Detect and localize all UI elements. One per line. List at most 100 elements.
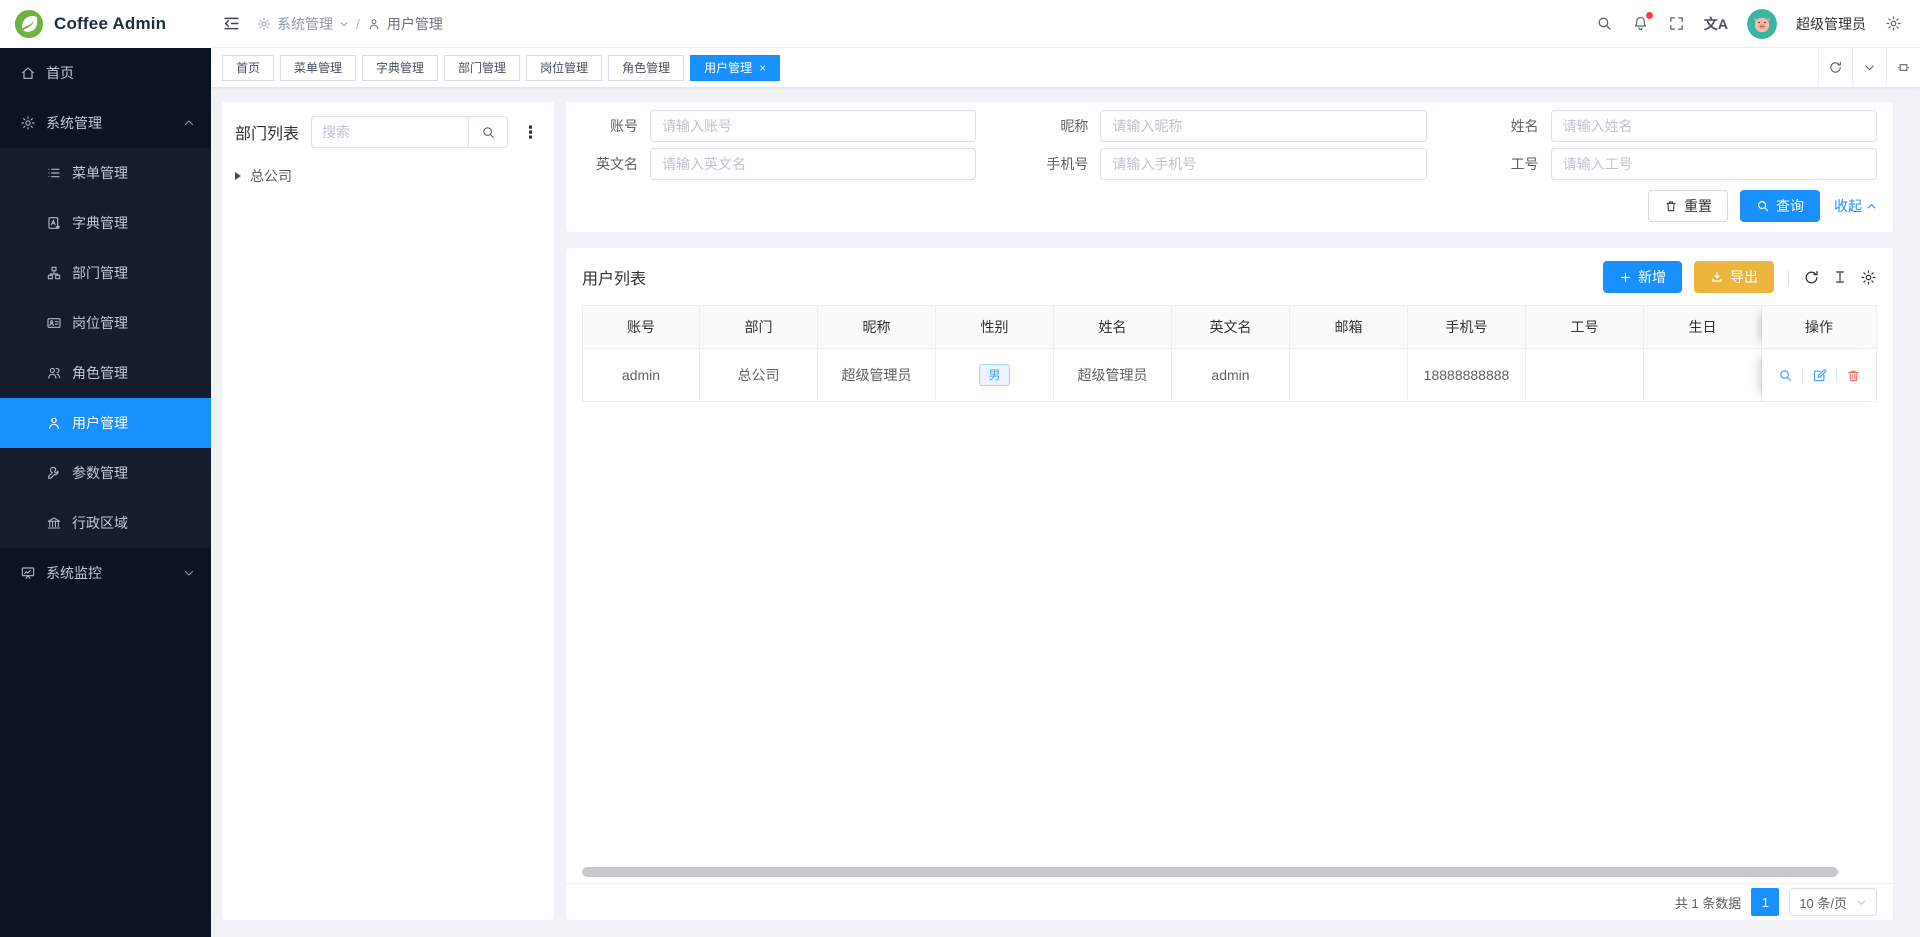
col-account: 账号 [582, 305, 700, 349]
tab-dict-management[interactable]: 字典管理 [362, 55, 438, 81]
avatar[interactable] [1747, 9, 1777, 39]
export-button[interactable]: 导出 [1694, 261, 1774, 293]
tab-close-icon[interactable]: × [759, 62, 766, 74]
tab-dropdown-chevron-icon[interactable] [1852, 48, 1886, 87]
reset-button[interactable]: 重置 [1648, 190, 1728, 222]
tab-home[interactable]: 首页 [222, 55, 274, 81]
tab-post-management[interactable]: 岗位管理 [526, 55, 602, 81]
en-name-input[interactable] [650, 148, 976, 180]
breadcrumb: 系统管理 / 用户管理 [257, 14, 443, 34]
sidebar-item-role-management[interactable]: 角色管理 [0, 348, 211, 398]
row-height-icon[interactable] [1832, 269, 1848, 285]
monitor-chart-icon [20, 565, 36, 581]
search-form-card: 账号 昵称 姓名 英文名 [566, 102, 1893, 232]
clear-icon [1664, 199, 1678, 213]
field-account: 账号 [582, 110, 976, 142]
sidebar-item-param-management[interactable]: 参数管理 [0, 448, 211, 498]
sidebar-item-label: 参数管理 [72, 463, 128, 483]
cell-en-name: admin [1172, 349, 1290, 402]
tab-label: 角色管理 [622, 59, 670, 76]
table-refresh-icon[interactable] [1803, 269, 1820, 286]
dept-search-input[interactable] [311, 116, 468, 148]
settings-gear-icon[interactable] [1885, 15, 1902, 32]
wrench-icon [46, 465, 62, 481]
sidebar-item-label: 首页 [46, 63, 74, 83]
op-divider [1836, 369, 1837, 382]
cell-name: 超级管理员 [1054, 349, 1172, 402]
tab-refresh-icon[interactable] [1818, 48, 1852, 87]
collapse-link[interactable]: 收起 [1834, 196, 1877, 216]
sidebar-item-dict-management[interactable]: 字典管理 [0, 198, 211, 248]
user-table-header: 用户列表 新增 [566, 248, 1893, 305]
more-options-icon[interactable]: ⋮ [520, 124, 541, 141]
tab-dept-management[interactable]: 部门管理 [444, 55, 520, 81]
top-header: 系统管理 / 用户管理 [211, 0, 1920, 48]
search-icon[interactable] [1596, 15, 1613, 32]
caret-right-icon[interactable] [235, 172, 241, 180]
op-divider [1802, 369, 1803, 382]
gear-icon [20, 115, 36, 131]
col-job-no: 工号 [1526, 305, 1644, 349]
name-input[interactable] [1551, 110, 1877, 142]
sidebar-item-system-management[interactable]: 系统管理 [0, 98, 211, 148]
sidebar-fold-icon[interactable] [222, 14, 241, 33]
sidebar-item-label: 角色管理 [72, 363, 128, 383]
edit-icon[interactable] [1812, 368, 1827, 383]
sidebar-item-system-monitor[interactable]: 系统监控 [0, 548, 211, 598]
right-column: 账号 昵称 姓名 英文名 [566, 102, 1893, 920]
column-settings-gear-icon[interactable] [1860, 269, 1877, 286]
sidebar-item-dept-management[interactable]: 部门管理 [0, 248, 211, 298]
field-label: 账号 [582, 116, 638, 136]
col-email: 邮箱 [1290, 305, 1408, 349]
fullscreen-icon[interactable] [1668, 15, 1685, 32]
account-input[interactable] [650, 110, 976, 142]
phone-input[interactable] [1100, 148, 1426, 180]
dept-search-button[interactable] [468, 116, 508, 148]
reset-label: 重置 [1684, 196, 1712, 216]
tab-label: 部门管理 [458, 59, 506, 76]
tab-label: 首页 [236, 59, 260, 76]
cell-account: admin [582, 349, 700, 402]
cell-nickname: 超级管理员 [818, 349, 936, 402]
tree-node-head-office[interactable]: 总公司 [235, 163, 541, 189]
header-actions: 文A 超级管理员 [1596, 9, 1902, 39]
table-row[interactable]: admin 总公司 超级管理员 男 超级管理员 admin 1888888888… [582, 349, 1877, 402]
dept-search-group [311, 116, 508, 148]
user-table: 账号 部门 昵称 性别 姓名 英文名 邮箱 手机号 工号 生日 [582, 305, 1877, 867]
cell-operation [1762, 349, 1877, 402]
field-label: 手机号 [1032, 154, 1088, 174]
query-button[interactable]: 查询 [1740, 190, 1820, 222]
breadcrumb-separator: / [356, 16, 360, 32]
add-button[interactable]: 新增 [1603, 261, 1682, 293]
field-name: 姓名 [1483, 110, 1877, 142]
tab-user-management[interactable]: 用户管理 × [690, 55, 780, 81]
notification-bell-icon[interactable] [1632, 15, 1649, 32]
field-phone: 手机号 [1032, 148, 1426, 180]
chevron-down-icon [1856, 897, 1867, 908]
sidebar-item-menu-management[interactable]: 菜单管理 [0, 148, 211, 198]
view-magnifier-icon[interactable] [1778, 368, 1793, 383]
tab-menu-management[interactable]: 菜单管理 [280, 55, 356, 81]
translate-icon[interactable]: 文A [1704, 14, 1728, 34]
table-header-row: 账号 部门 昵称 性别 姓名 英文名 邮箱 手机号 工号 生日 [582, 305, 1877, 349]
dept-panel-title: 部门列表 [235, 120, 299, 144]
page-1-button[interactable]: 1 [1751, 888, 1779, 916]
sidebar-item-label: 系统管理 [46, 113, 102, 133]
breadcrumb-system-management[interactable]: 系统管理 [257, 14, 349, 34]
username[interactable]: 超级管理员 [1796, 14, 1866, 34]
sidebar-item-user-management[interactable]: 用户管理 [0, 398, 211, 448]
sidebar-item-admin-region[interactable]: 行政区域 [0, 498, 211, 548]
nickname-input[interactable] [1100, 110, 1426, 142]
user-icon [46, 415, 62, 431]
horizontal-scrollbar-thumb[interactable] [582, 867, 1838, 877]
delete-trash-icon[interactable] [1846, 368, 1861, 383]
field-label: 昵称 [1032, 116, 1088, 136]
tab-role-management[interactable]: 角色管理 [608, 55, 684, 81]
content-maximize-icon[interactable] [1886, 48, 1920, 87]
tree-node-label: 总公司 [250, 166, 292, 186]
sidebar-item-home[interactable]: 首页 [0, 48, 211, 98]
job-no-input[interactable] [1551, 148, 1877, 180]
sidebar-item-post-management[interactable]: 岗位管理 [0, 298, 211, 348]
search-form-actions: 重置 查询 收起 [582, 190, 1877, 222]
page-size-select[interactable]: 10 条/页 [1789, 888, 1877, 916]
